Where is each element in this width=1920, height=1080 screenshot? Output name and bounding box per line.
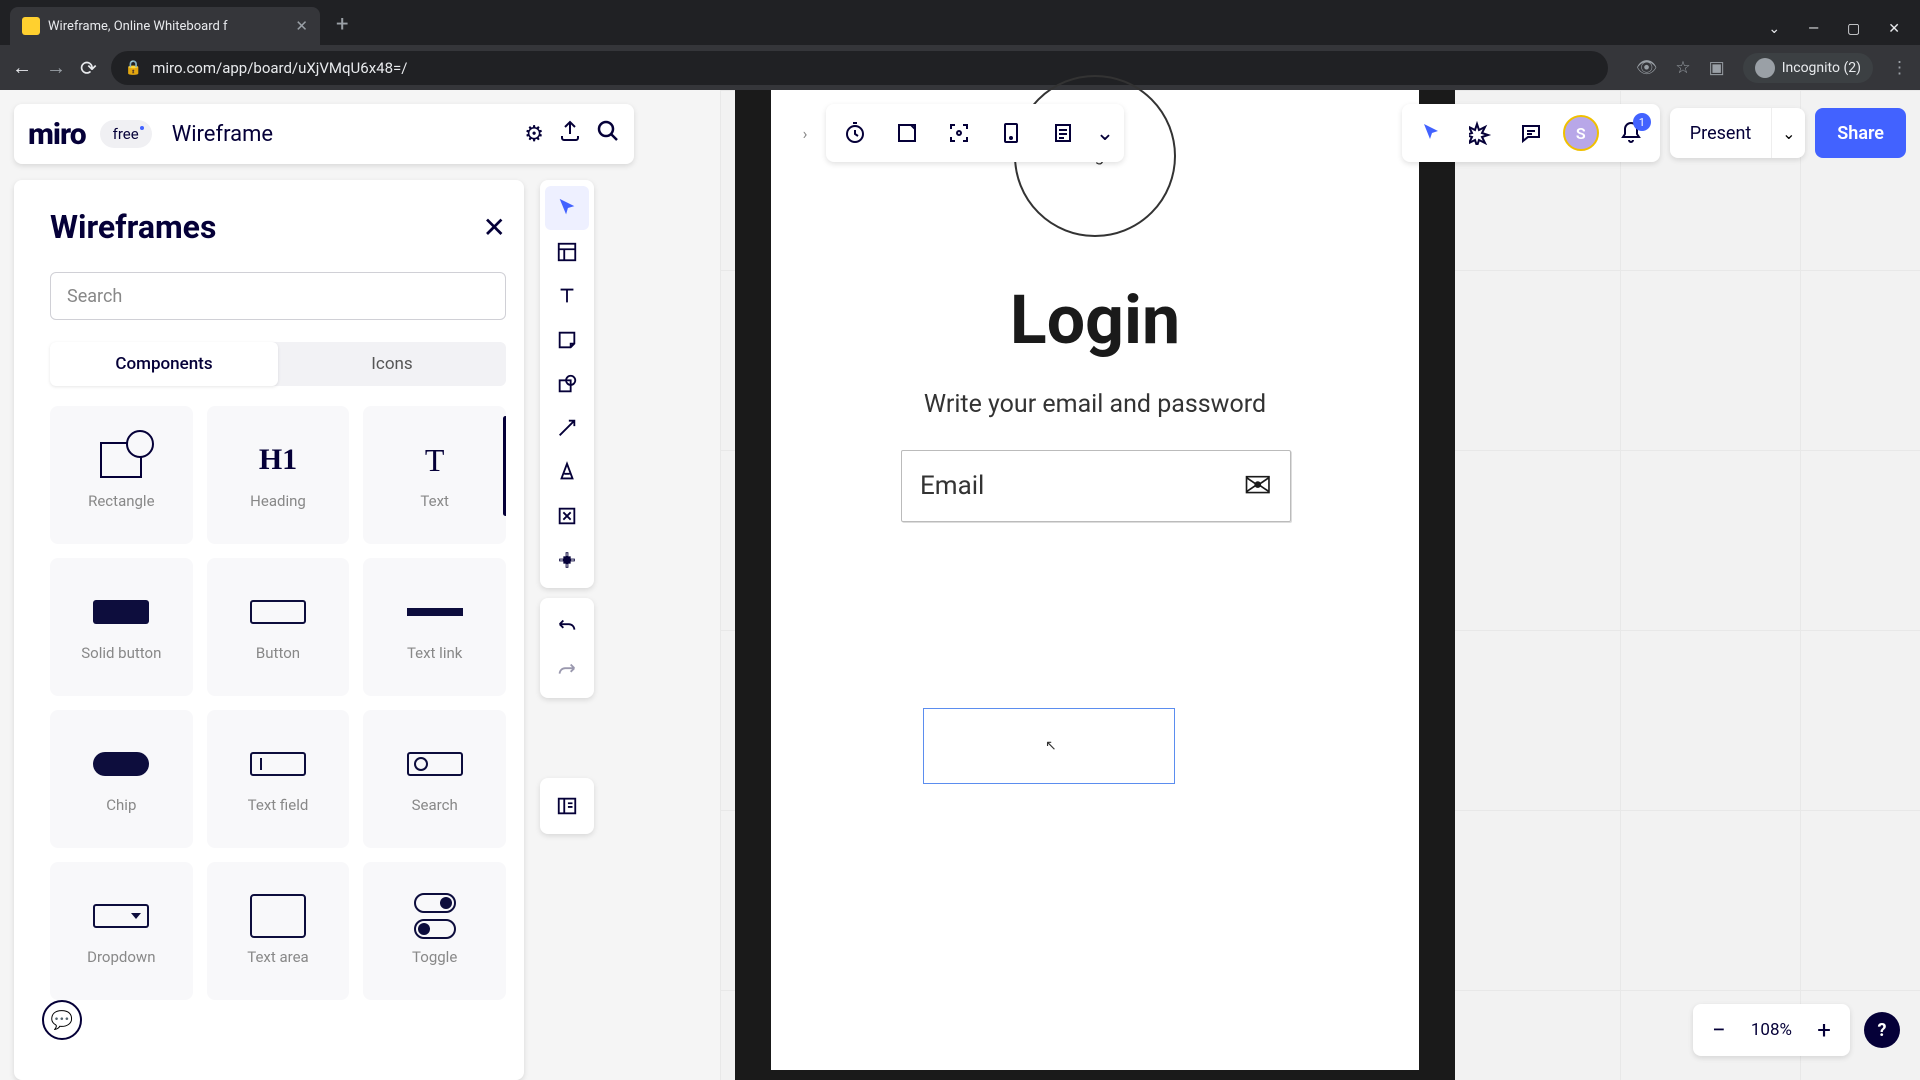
notification-count: 1 <box>1633 113 1651 131</box>
component-text[interactable]: TText <box>363 406 506 544</box>
settings-icon[interactable]: ⚙ <box>524 122 544 147</box>
wireframes-panel: Wireframes ✕ Search Components Icons Rec… <box>14 180 524 1080</box>
tab-components[interactable]: Components <box>50 342 278 386</box>
lock-icon: 🔒 <box>125 60 142 76</box>
eye-off-icon[interactable]: 👁 <box>1636 58 1658 78</box>
component-text-area[interactable]: Text area <box>207 862 350 1000</box>
toolbar-expand[interactable]: › <box>790 108 820 158</box>
maximize-icon[interactable]: ▢ <box>1847 21 1860 37</box>
menu-icon[interactable]: ⋮ <box>1891 58 1908 78</box>
panel-title: Wireframes <box>50 208 216 246</box>
tool-arrow[interactable] <box>545 406 589 450</box>
miro-logo[interactable]: miro <box>28 117 86 152</box>
address-bar[interactable]: 🔒 miro.com/app/board/uXjVMqU6x48=/ <box>111 51 1608 85</box>
email-label: Email <box>920 471 984 501</box>
present-button[interactable]: Present <box>1670 108 1772 158</box>
component-button[interactable]: Button <box>207 558 350 696</box>
present-dropdown[interactable]: ⌄ <box>1771 108 1805 158</box>
user-avatar[interactable]: S <box>1556 108 1606 158</box>
canvas[interactable]: Logo Login Write your email and password… <box>720 90 1920 1080</box>
zoom-out-button[interactable]: − <box>1697 1008 1741 1052</box>
cursor-tool[interactable] <box>1406 108 1456 158</box>
tool-templates[interactable] <box>545 230 589 274</box>
comment-icon[interactable] <box>1506 108 1556 158</box>
board-name[interactable]: Wireframe <box>166 122 511 147</box>
component-dropdown[interactable]: Dropdown <box>50 862 193 1000</box>
favicon-icon <box>22 17 40 35</box>
phone-screen[interactable]: Logo Login Write your email and password… <box>771 90 1419 1070</box>
more-apps-icon[interactable]: ⌄ <box>1090 108 1120 158</box>
reload-button[interactable]: ⟳ <box>80 56 97 80</box>
close-panel-button[interactable]: ✕ <box>483 211 506 244</box>
email-field[interactable]: Email ✉ <box>901 450 1291 522</box>
plan-badge[interactable]: free <box>100 120 152 148</box>
timer-icon[interactable] <box>830 108 880 158</box>
search-placeholder: Search <box>67 286 122 307</box>
close-tab-icon[interactable]: ✕ <box>295 17 308 35</box>
chat-help-icon[interactable]: 💬 <box>42 1000 82 1040</box>
minimize-icon[interactable]: — <box>1808 21 1819 37</box>
tool-sticky[interactable] <box>545 318 589 362</box>
note-icon[interactable] <box>1038 108 1088 158</box>
component-search[interactable]: Search <box>363 710 506 848</box>
search-input[interactable]: Search <box>50 272 506 320</box>
tool-frame[interactable] <box>545 494 589 538</box>
tool-select[interactable] <box>545 186 589 230</box>
redo-button[interactable] <box>545 648 589 692</box>
drawing-rectangle[interactable] <box>923 708 1175 784</box>
tool-panel-toggle[interactable] <box>545 784 589 828</box>
undo-button[interactable] <box>545 604 589 648</box>
star-icon[interactable]: ☆ <box>1675 58 1690 78</box>
incognito-icon <box>1755 58 1775 78</box>
zoom-in-button[interactable]: + <box>1802 1008 1846 1052</box>
chevron-down-icon[interactable]: ⌄ <box>1768 21 1780 37</box>
component-text-link[interactable]: Text link <box>363 558 506 696</box>
tab-icons[interactable]: Icons <box>278 342 506 386</box>
tool-text[interactable] <box>545 274 589 318</box>
back-button[interactable]: ← <box>12 55 32 80</box>
url-text: miro.com/app/board/uXjVMqU6x48=/ <box>152 59 407 77</box>
envelope-icon: ✉ <box>1244 466 1273 506</box>
notifications-icon[interactable]: 1 <box>1606 108 1656 158</box>
help-button[interactable]: ? <box>1864 1012 1900 1048</box>
phone-frame[interactable]: Logo Login Write your email and password… <box>735 90 1455 1080</box>
tab-title: Wireframe, Online Whiteboard f <box>48 19 287 34</box>
new-tab-button[interactable]: + <box>336 12 348 37</box>
component-text-field[interactable]: Text field <box>207 710 350 848</box>
tool-shapes[interactable] <box>545 362 589 406</box>
component-solid-button[interactable]: Solid button <box>50 558 193 696</box>
panel-icon[interactable]: ▣ <box>1709 58 1725 78</box>
notch-indicator <box>1417 90 1443 104</box>
board-header: miro free Wireframe ⚙ <box>14 104 634 164</box>
export-icon[interactable] <box>558 119 582 149</box>
focus-icon[interactable] <box>934 108 984 158</box>
search-icon[interactable] <box>596 119 620 149</box>
login-subtitle[interactable]: Write your email and password <box>771 390 1419 419</box>
component-toggle[interactable]: Toggle <box>363 862 506 1000</box>
hide-frame-icon[interactable] <box>882 108 932 158</box>
component-rectangle[interactable]: Rectangle <box>50 406 193 544</box>
card-icon[interactable] <box>986 108 1036 158</box>
share-button[interactable]: Share <box>1815 108 1906 158</box>
tool-more[interactable] <box>545 538 589 582</box>
reactions-icon[interactable] <box>1456 108 1506 158</box>
close-window-icon[interactable]: ✕ <box>1888 21 1900 37</box>
browser-tab[interactable]: Wireframe, Online Whiteboard f ✕ <box>10 7 320 45</box>
component-chip[interactable]: Chip <box>50 710 193 848</box>
tool-pen[interactable] <box>545 450 589 494</box>
login-title[interactable]: Login <box>771 280 1419 360</box>
scroll-handle[interactable] <box>503 416 506 516</box>
incognito-label: Incognito (2) <box>1782 60 1861 76</box>
incognito-badge[interactable]: Incognito (2) <box>1743 53 1873 83</box>
component-heading[interactable]: H1Heading <box>207 406 350 544</box>
forward-button: → <box>46 55 66 80</box>
zoom-value[interactable]: 108% <box>1741 1020 1802 1040</box>
